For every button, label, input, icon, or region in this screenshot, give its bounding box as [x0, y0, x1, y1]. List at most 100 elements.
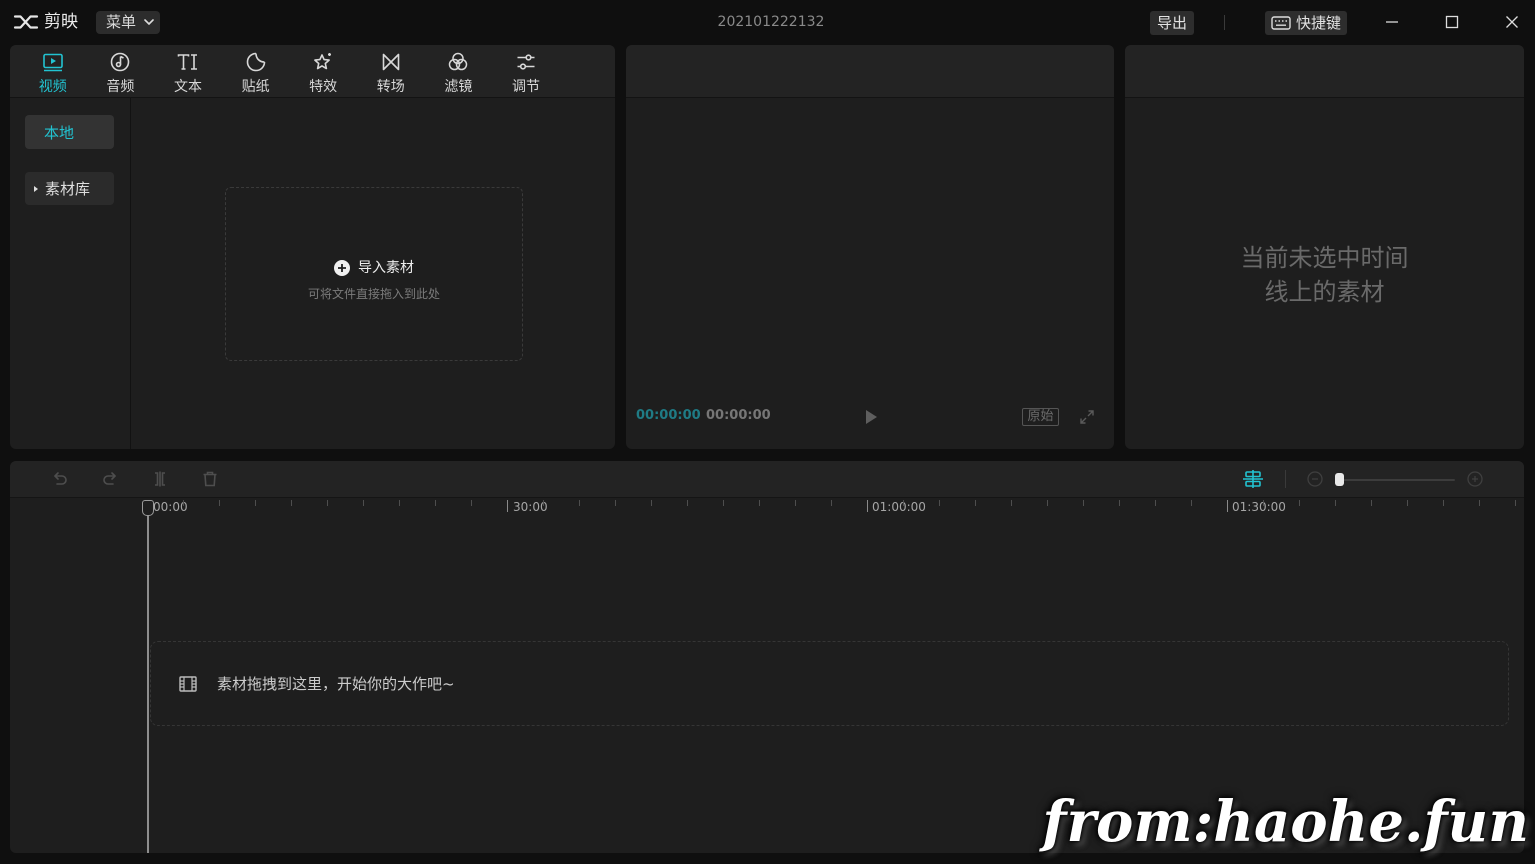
zoom-in-icon — [1467, 471, 1483, 487]
tab-adjust[interactable]: 调节 — [492, 45, 560, 98]
watermark: from:haohe.fun — [1042, 789, 1529, 855]
menu-button-label: 菜单 — [106, 13, 137, 31]
ruler-minor-tick — [975, 500, 976, 506]
timeline-ruler[interactable]: 00:00 30:00 01:00:00 01:30:00 — [10, 498, 1524, 516]
ruler-minor-tick — [363, 500, 364, 506]
delete-icon — [203, 471, 217, 487]
tab-transition[interactable]: 转场 — [357, 45, 425, 98]
toolbar-divider — [1285, 470, 1286, 488]
tab-video[interactable]: 视频 — [19, 45, 87, 98]
effects-icon — [314, 53, 332, 70]
tab-label: 转场 — [376, 79, 405, 95]
ruler-minor-tick — [579, 500, 580, 506]
tab-label: 调节 — [511, 79, 540, 95]
sidebar-item-library[interactable]: 素材库 — [25, 172, 114, 205]
minimize-button[interactable] — [1377, 8, 1407, 36]
media-sidebar: 本地 素材库 — [10, 98, 131, 449]
app-name: 剪映 — [44, 12, 78, 32]
playhead-line[interactable] — [147, 515, 149, 853]
ruler-major-tick — [1227, 500, 1228, 512]
ruler-minor-tick — [615, 500, 616, 506]
play-icon — [866, 410, 877, 424]
tab-filter[interactable]: 滤镜 — [425, 45, 493, 98]
ruler-minor-tick — [903, 500, 904, 506]
ruler-minor-tick — [723, 500, 724, 506]
ruler-minor-tick — [1479, 500, 1480, 506]
ruler-minor-tick — [1191, 500, 1192, 506]
transition-icon — [382, 53, 400, 71]
keyboard-icon — [1271, 16, 1291, 30]
ruler-minor-tick — [1515, 500, 1516, 506]
close-button[interactable] — [1497, 8, 1527, 36]
ruler-minor-tick — [183, 500, 184, 506]
ruler-label: 01:30:00 — [1232, 500, 1286, 514]
ruler-minor-tick — [831, 500, 832, 506]
snap-icon — [1243, 470, 1263, 488]
zoom-slider-handle[interactable] — [1335, 473, 1344, 486]
caret-right-icon — [34, 185, 38, 192]
tab-effects[interactable]: 特效 — [289, 45, 357, 98]
ruler-minor-tick — [399, 500, 400, 506]
maximize-button[interactable] — [1437, 8, 1467, 36]
ruler-minor-tick — [1119, 500, 1120, 506]
play-button[interactable] — [864, 409, 878, 425]
timeline-drop-hint: 素材拖拽到这里，开始你的大作吧~ — [217, 675, 455, 693]
media-tab-bar: 视频 音频 文本 贴纸 特效 转场 滤镜 调节 — [10, 45, 615, 98]
ruler-minor-tick — [1407, 500, 1408, 506]
project-title: 202101222132 — [717, 14, 825, 30]
media-panel: 视频 音频 文本 贴纸 特效 转场 滤镜 调节 本地 素材库 导入素材 可将文件… — [10, 45, 615, 449]
audio-icon — [111, 52, 130, 72]
import-media-dropzone[interactable]: 导入素材 可将文件直接拖入到此处 — [225, 187, 523, 361]
aspect-ratio-button[interactable]: 原始 — [1022, 408, 1059, 426]
snap-toggle-button[interactable] — [1242, 469, 1264, 489]
sidebar-item-local[interactable]: 本地 — [25, 115, 114, 149]
zoom-out-icon — [1307, 471, 1323, 487]
ruler-minor-tick — [219, 500, 220, 506]
tab-label: 视频 — [38, 79, 67, 95]
ruler-minor-tick — [1443, 500, 1444, 506]
shortcuts-button[interactable]: 快捷键 — [1265, 11, 1347, 35]
shortcuts-button-label: 快捷键 — [1296, 14, 1342, 32]
title-bar: 剪映 菜单 202101222132 导出 快捷键 — [0, 0, 1535, 45]
playhead-handle[interactable] — [142, 500, 154, 516]
split-icon — [155, 471, 165, 487]
inspector-empty-message: 当前未选中时间 线上的素材 — [1125, 241, 1524, 309]
tab-audio[interactable]: 音频 — [87, 45, 155, 98]
ruler-minor-tick — [651, 500, 652, 506]
ruler-minor-tick — [471, 500, 472, 506]
import-media-button[interactable]: 导入素材 — [226, 258, 522, 278]
app-logo: 剪映 — [13, 11, 78, 33]
plus-circle-icon — [334, 260, 350, 276]
fullscreen-button[interactable] — [1080, 410, 1094, 424]
inspector-empty-line: 当前未选中时间 — [1240, 244, 1409, 272]
tab-text[interactable]: 文本 — [154, 45, 222, 98]
delete-button[interactable] — [200, 469, 220, 489]
tab-sticker[interactable]: 贴纸 — [222, 45, 290, 98]
tab-label: 音频 — [106, 79, 135, 95]
ruler-minor-tick — [687, 500, 688, 506]
tab-label: 文本 — [173, 79, 202, 95]
close-icon — [1506, 16, 1518, 28]
text-icon — [177, 54, 197, 70]
inspector-header — [1125, 45, 1524, 98]
fullscreen-icon — [1080, 410, 1094, 424]
ruler-minor-tick — [1083, 500, 1084, 506]
zoom-out-button[interactable] — [1307, 469, 1323, 489]
capcut-logo-icon — [13, 15, 39, 29]
ruler-minor-tick — [939, 500, 940, 506]
titlebar-divider — [1224, 15, 1225, 30]
ruler-minor-tick — [1155, 500, 1156, 506]
ruler-minor-tick — [435, 500, 436, 506]
zoom-in-button[interactable] — [1467, 469, 1483, 489]
export-button[interactable]: 导出 — [1150, 11, 1194, 35]
undo-icon — [54, 472, 67, 485]
split-button[interactable] — [150, 469, 170, 489]
tab-label: 滤镜 — [444, 79, 473, 95]
zoom-slider[interactable] — [1335, 473, 1455, 486]
ruler-minor-tick — [1263, 500, 1264, 506]
adjust-icon — [517, 54, 535, 70]
redo-button[interactable] — [100, 469, 120, 489]
menu-button[interactable]: 菜单 — [96, 11, 160, 34]
ruler-minor-tick — [759, 500, 760, 506]
undo-button[interactable] — [50, 469, 70, 489]
